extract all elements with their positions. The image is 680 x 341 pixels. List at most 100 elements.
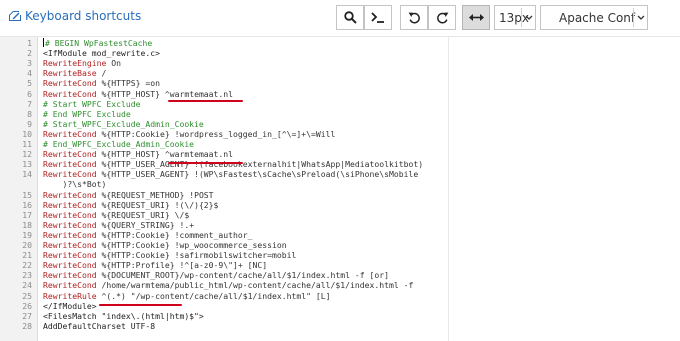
code-line: 11 # End_WPFC_Exclude_Admin_Cookie — [0, 139, 680, 149]
code-line: 14 RewriteCond %{HTTP_USER_AGENT} !(WP\sF… — [0, 169, 680, 179]
code-text: RewriteEngine On — [43, 58, 121, 68]
code-text: RewriteBase / — [43, 68, 106, 78]
code-line: 17 RewriteCond %{REQUEST_URI} \/$ — [0, 210, 680, 220]
line-number: 19 — [22, 229, 32, 240]
code-line: 6 RewriteCond %{HTTP_HOST} ^warmtemaat.nl — [0, 89, 680, 99]
line-number: 3 — [27, 58, 32, 69]
wrap-icon — [468, 14, 484, 21]
line-number: 28 — [22, 320, 32, 331]
code-text: RewriteCond %{REQUEST_METHOD} !POST — [43, 190, 214, 200]
code-token: %{REQUEST_METHOD} !POST — [96, 189, 214, 200]
line-number: 5 — [27, 78, 32, 89]
keyboard-shortcuts-link[interactable]: Keyboard shortcuts — [8, 9, 141, 23]
code-text: # BEGIN WpFastestCache — [43, 38, 152, 48]
code-token: %{REQUEST_URI} !(\/){2}$ — [96, 199, 219, 210]
line-number: 23 — [22, 270, 32, 281]
code-line: 2 <IfModule mod_rewrite.c> — [0, 48, 680, 58]
annotation-underline — [168, 162, 243, 164]
directive-token: RewriteCond — [43, 280, 97, 291]
code-text: RewriteCond %{HTTPS} =on — [43, 78, 160, 88]
code-text: RewriteCond %{HTTP:Cookie} !wp_woocommer… — [43, 240, 287, 250]
font-size-select[interactable]: 13px — [494, 5, 536, 30]
code-line: 15 RewriteCond %{REQUEST_METHOD} !POST — [0, 190, 680, 200]
code-text: RewriteCond %{QUERY_STRING} !.+ — [43, 220, 194, 230]
line-number: 1 — [27, 38, 32, 48]
search-button[interactable] — [336, 5, 364, 30]
comment-token: # BEGIN WpFastestCache — [45, 38, 153, 48]
code-token: <IfModule mod_rewrite.c> — [43, 48, 160, 59]
code-line: 24 RewriteCond /home/warmtema/public_html… — [0, 280, 680, 290]
undo-icon — [408, 12, 420, 24]
code-text: RewriteCond %{HTTP:Cookie} !wordpress_lo… — [43, 129, 335, 139]
code-text: RewriteCond %{HTTP_USER_AGENT} !(faceboo… — [43, 159, 423, 169]
code-editor[interactable]: 1 # BEGIN WpFastestCache 2 <IfModule mod_re… — [0, 36, 680, 341]
directive-token: RewriteCond — [43, 219, 97, 230]
code-text: RewriteCond %{REQUEST_URI} !(\/){2}$ — [43, 200, 218, 210]
line-number: 9 — [27, 118, 32, 129]
chevron-down-icon — [637, 15, 644, 20]
terminal-icon — [371, 12, 384, 23]
line-number: 24 — [22, 280, 32, 291]
code-text: RewriteCond %{REQUEST_URI} \/$ — [43, 210, 189, 220]
code-token: %{HTTP_USER_AGENT} !(WP\sFastest\sCache\… — [96, 169, 419, 180]
directive-token: RewriteCond — [43, 189, 97, 200]
code-line: 22 RewriteCond %{HTTP:Profile} !^[a-z0-9\… — [0, 260, 680, 270]
code-line: 16 RewriteCond %{REQUEST_URI} !(\/){2}$ — [0, 200, 680, 210]
directive-token: RewriteCond — [43, 209, 97, 220]
line-number: 2 — [27, 48, 32, 59]
code-token: )?\s*Bot) — [43, 179, 107, 190]
redo-button[interactable] — [428, 5, 456, 30]
editor-toolbar: Keyboard shortcuts 13px Apache Conf — [0, 0, 680, 36]
terminal-button[interactable] — [364, 5, 392, 30]
code-token: ^(.*) "/wp-content/cache/all/$1/index.ht… — [96, 290, 331, 301]
code-line: 3 RewriteEngine On — [0, 58, 680, 68]
line-number: 4 — [27, 68, 32, 79]
font-size-dropdown-arrow — [521, 8, 535, 27]
code-line: 13 RewriteCond %{HTTP_USER_AGENT} !(faceb… — [0, 159, 680, 169]
directive-token: RewriteCond — [43, 250, 97, 261]
code-text: # End_WPFC_Exclude_Admin_Cookie — [43, 139, 194, 149]
code-token: %{REQUEST_URI} \/$ — [96, 209, 190, 220]
code-token: %{HTTP:Cookie} !wp_woocommerce_session — [96, 240, 287, 250]
line-number: 20 — [22, 240, 32, 250]
comment-token: # Start_WPFC_Exclude_Admin_Cookie — [43, 118, 204, 129]
code-text: <FilesMatch "index\.(html|htm)$"> — [43, 311, 204, 321]
line-number: 17 — [22, 209, 32, 220]
directive-token: RewriteBase — [43, 68, 97, 79]
word-wrap-toggle[interactable] — [462, 5, 490, 30]
code-text: RewriteCond %{DOCUMENT_ROOT}/wp-content/… — [43, 270, 389, 280]
directive-token: RewriteCond — [43, 270, 97, 281]
directive-token: RewriteCond — [43, 88, 97, 99]
line-number: 7 — [27, 98, 32, 109]
text-cursor — [43, 38, 44, 47]
mode-dropdown-arrow — [633, 8, 647, 27]
code-token: / — [96, 68, 107, 79]
directive-token: RewriteCond — [43, 78, 97, 89]
line-number: 13 — [22, 159, 32, 170]
line-number: 14 — [22, 169, 32, 180]
code-line: 9 # Start_WPFC_Exclude_Admin_Cookie — [0, 119, 680, 129]
line-number: 21 — [22, 250, 32, 261]
line-number: 10 — [22, 128, 32, 139]
line-number: 12 — [22, 149, 32, 160]
directive-token: RewriteCond — [43, 260, 97, 271]
code-token: %{HTTP:Cookie} !comment_author_ — [96, 229, 253, 240]
code-text: RewriteCond %{HTTP_USER_AGENT} !(WP\sFas… — [43, 169, 418, 179]
directive-token: RewriteCond — [43, 169, 97, 180]
mode-select[interactable]: Apache Conf — [540, 5, 648, 30]
code-token: AddDefaultCharset UTF-8 — [43, 320, 156, 331]
undo-button[interactable] — [400, 5, 428, 30]
code-text: )?\s*Bot) — [43, 179, 106, 189]
code-token: %{HTTP_USER_AGENT} !(facebookexternalhit… — [96, 159, 424, 170]
code-text: RewriteRule ^(.*) "/wp-content/cache/all… — [43, 291, 331, 301]
code-text: RewriteCond %{HTTP:Cookie} !comment_auth… — [43, 230, 253, 240]
code-text: RewriteCond %{HTTP_HOST} ^warmtemaat.nl — [43, 149, 233, 159]
code-text: # Start_WPFC_Exclude_Admin_Cookie — [43, 119, 204, 129]
directive-token: RewriteEngine — [43, 58, 107, 69]
code-line: 20 RewriteCond %{HTTP:Cookie} !wp_woocomm… — [0, 240, 680, 250]
code-line: 27 <FilesMatch "index\.(html|htm)$"> — [0, 311, 680, 321]
code-token: %{HTTP_HOST} ^warmtemaat.nl — [96, 149, 234, 160]
code-line: 7 # Start WPFC Exclude — [0, 99, 680, 109]
code-token: </IfModule> — [43, 300, 97, 311]
code-line: 21 RewriteCond %{HTTP:Cookie} !safirmobil… — [0, 250, 680, 260]
